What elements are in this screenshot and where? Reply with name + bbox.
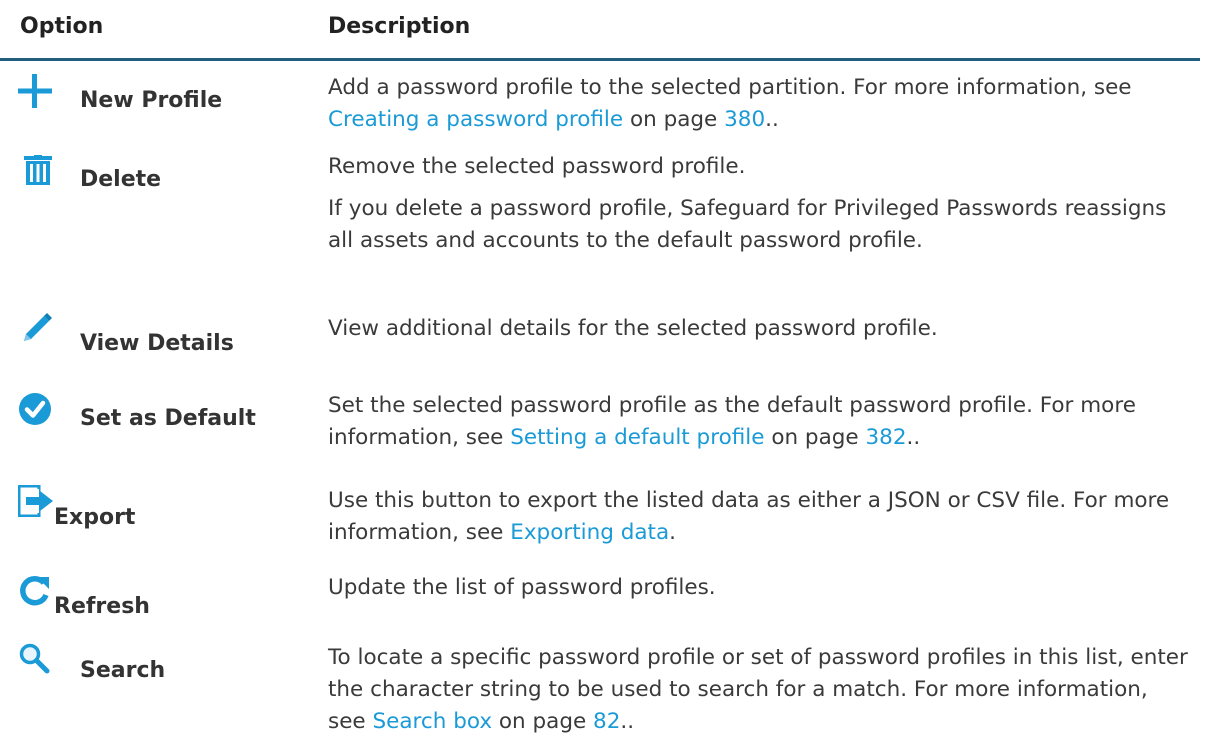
trash-icon <box>24 155 62 193</box>
description-text: .. <box>906 425 921 450</box>
link-page-82[interactable]: 82 <box>593 709 620 734</box>
plus-icon <box>18 74 56 112</box>
description-text: on page <box>764 425 866 450</box>
description-text: on page <box>623 107 725 132</box>
link-creating-password-profile[interactable]: Creating a password profile <box>328 107 623 132</box>
header-description: Description <box>328 14 471 39</box>
table-row: Refresh Update the list of password prof… <box>0 572 1200 636</box>
option-view-details[interactable]: View Details <box>16 313 316 373</box>
option-description: Use this button to export the listed dat… <box>328 485 1188 549</box>
table-row: View Details View additional details for… <box>0 313 1200 373</box>
option-description: To locate a specific password profile or… <box>328 642 1188 738</box>
table-row: Delete Remove the selected password prof… <box>0 151 1200 301</box>
option-search[interactable]: Search <box>16 642 316 712</box>
option-delete[interactable]: Delete <box>16 151 316 211</box>
description-text: Update the list of password profiles. <box>328 575 716 600</box>
option-description: Update the list of password profiles. <box>328 572 1188 604</box>
option-label: Refresh <box>54 594 150 619</box>
option-description: Set the selected password profile as the… <box>328 390 1188 454</box>
option-label: Set as Default <box>80 406 256 431</box>
description-text: .. <box>620 709 635 734</box>
description-text: Remove the selected password profile. <box>328 154 746 179</box>
header-option: Option <box>20 14 104 39</box>
option-description: Remove the selected password profile. If… <box>328 151 1188 257</box>
option-description: View additional details for the selected… <box>328 313 1188 345</box>
table-row: Set as Default Set the selected password… <box>0 390 1200 470</box>
description-text: If you delete a password profile, Safegu… <box>328 196 1167 253</box>
table-row: Search To locate a specific password pro… <box>0 642 1200 738</box>
table-row: Export Use this button to export the lis… <box>0 485 1200 563</box>
option-label: New Profile <box>80 88 223 113</box>
option-label: View Details <box>80 331 234 356</box>
option-label: Export <box>54 505 136 530</box>
option-label: Delete <box>80 167 162 192</box>
description-text: . <box>669 520 676 545</box>
link-setting-default-profile[interactable]: Setting a default profile <box>510 425 764 450</box>
table-header: Option Description <box>0 0 1200 61</box>
link-exporting-data[interactable]: Exporting data <box>510 520 669 545</box>
description-text: .. <box>765 107 779 132</box>
check-circle-icon <box>18 392 56 430</box>
option-export[interactable]: Export <box>16 485 316 555</box>
description-text: Use this button to export the listed dat… <box>328 488 1170 545</box>
option-label: Search <box>80 658 166 683</box>
description-text: Add a password profile to the selected p… <box>328 75 1132 100</box>
search-icon <box>18 642 56 680</box>
link-page-380[interactable]: 380 <box>724 107 765 132</box>
description-text: View additional details for the selected… <box>328 316 938 341</box>
option-description: Add a password profile to the selected p… <box>328 72 1188 136</box>
pencil-icon <box>20 313 58 351</box>
table-row: New Profile Add a password profile to th… <box>0 72 1200 150</box>
description-text: on page <box>492 709 594 734</box>
option-new-profile[interactable]: New Profile <box>16 72 316 142</box>
refresh-icon <box>18 574 56 612</box>
export-icon <box>18 485 56 523</box>
option-refresh[interactable]: Refresh <box>16 572 316 636</box>
option-set-as-default[interactable]: Set as Default <box>16 390 316 460</box>
link-page-382[interactable]: 382 <box>865 425 906 450</box>
link-search-box[interactable]: Search box <box>373 709 493 734</box>
